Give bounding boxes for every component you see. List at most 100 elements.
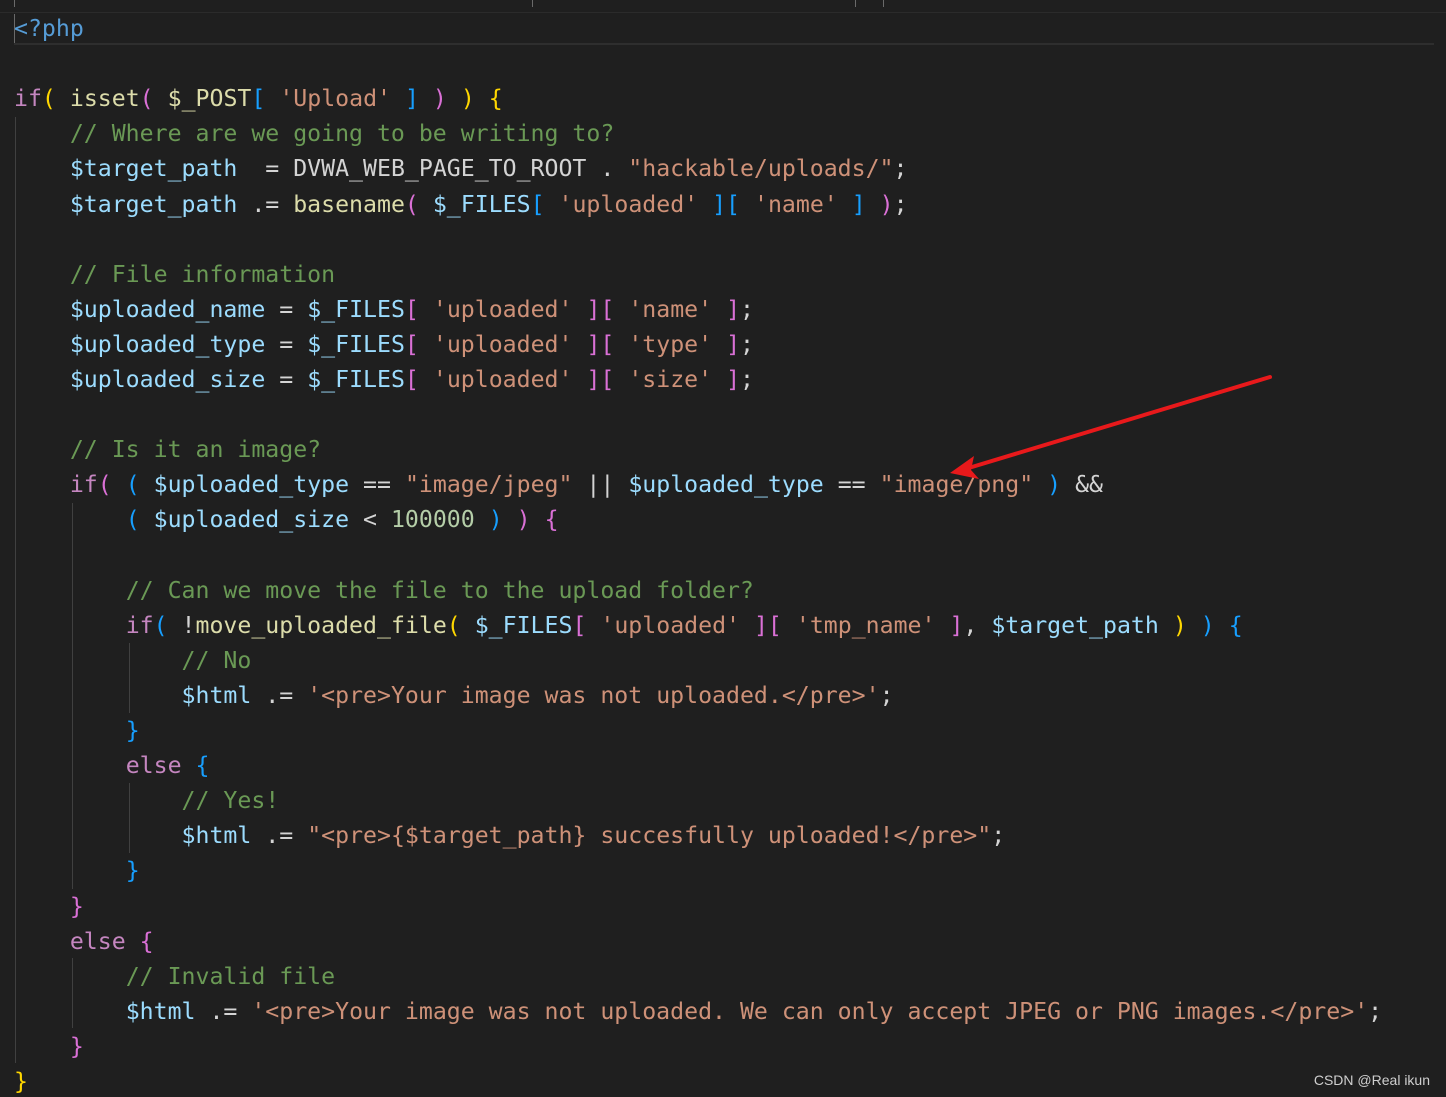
code-token: ( bbox=[404, 190, 419, 218]
code-line[interactable]: ( $uploaded_size < 100000 ) ) { bbox=[14, 502, 559, 537]
code-line[interactable]: // Yes! bbox=[14, 783, 280, 818]
code-token: [ bbox=[404, 366, 419, 393]
code-line[interactable]: else { bbox=[14, 748, 210, 783]
code-line[interactable]: $html .= "<pre>{$target_path} succesfull… bbox=[14, 818, 1006, 853]
code-token: $_FILES bbox=[307, 330, 405, 358]
code-token: 'name' bbox=[753, 190, 838, 218]
code-token: ] bbox=[949, 611, 964, 639]
code-line[interactable]: $uploaded_size = $_FILES[ 'uploaded' ][ … bbox=[14, 362, 754, 397]
code-line[interactable]: // Where are we going to be writing to? bbox=[14, 116, 614, 151]
code-line[interactable]: } bbox=[14, 1064, 28, 1097]
code-token: < bbox=[349, 506, 391, 534]
code-token: . bbox=[586, 155, 629, 183]
code-line[interactable]: $html .= '<pre>Your image was not upload… bbox=[14, 678, 894, 713]
code-token: $target_path bbox=[69, 155, 238, 183]
code-token: '<pre>Your image was not uploaded.</pre>… bbox=[307, 681, 880, 709]
code-token: isset bbox=[69, 85, 140, 113]
code-token: ][ bbox=[753, 611, 782, 639]
code-token: { bbox=[139, 927, 154, 955]
code-token: $uploaded_type bbox=[628, 471, 824, 499]
code-token: ( bbox=[125, 506, 140, 534]
code-token: "<pre>{$target_path} succesfully uploade… bbox=[307, 822, 992, 850]
code-line[interactable]: if( ( $uploaded_type == "image/jpeg" || … bbox=[14, 467, 1103, 502]
code-token: { bbox=[488, 85, 503, 113]
code-token: ) bbox=[879, 190, 894, 218]
code-token: $html bbox=[181, 681, 252, 709]
code-token: 'uploaded' bbox=[432, 295, 573, 323]
code-token: ][ bbox=[586, 366, 615, 393]
code-line[interactable]: } bbox=[14, 1029, 84, 1064]
code-token: = bbox=[265, 366, 308, 393]
code-line[interactable]: // File information bbox=[14, 257, 335, 292]
code-line[interactable]: // Can we move the file to the upload fo… bbox=[14, 573, 754, 608]
code-line[interactable]: $target_path .= basename( $_FILES[ 'uplo… bbox=[14, 187, 908, 222]
code-line[interactable]: } bbox=[14, 713, 140, 748]
code-line[interactable]: } bbox=[14, 853, 140, 888]
code-line[interactable]: <?php bbox=[14, 11, 84, 46]
code-token: 'size' bbox=[628, 366, 713, 393]
code-line[interactable]: $uploaded_name = $_FILES[ 'uploaded' ][ … bbox=[14, 292, 754, 327]
code-token: ) bbox=[516, 506, 531, 534]
code-token: ) bbox=[488, 506, 503, 534]
code-line[interactable]: $uploaded_type = $_FILES[ 'uploaded' ][ … bbox=[14, 327, 754, 362]
code-token: ][ bbox=[586, 295, 615, 323]
code-token: // Can we move the file to the upload fo… bbox=[125, 576, 754, 604]
code-token: 'uploaded' bbox=[432, 366, 573, 393]
code-token: ) bbox=[1172, 611, 1187, 639]
code-token: ) bbox=[432, 85, 447, 113]
code-line[interactable]: if( !move_uploaded_file( $_FILES[ 'uploa… bbox=[14, 608, 1243, 643]
code-token: ( bbox=[97, 471, 112, 499]
code-token: $uploaded_type bbox=[69, 330, 266, 358]
code-line[interactable]: else { bbox=[14, 924, 154, 959]
code-line[interactable]: // No bbox=[14, 643, 252, 678]
code-token: ; bbox=[893, 190, 908, 218]
code-token: "hackable/uploads/" bbox=[628, 155, 894, 183]
code-token: ) bbox=[460, 85, 475, 113]
code-token: $target_path bbox=[991, 611, 1159, 639]
code-token: ( bbox=[41, 85, 56, 113]
code-token: ; bbox=[740, 330, 754, 358]
top-tick bbox=[855, 0, 856, 7]
code-token: [ bbox=[251, 85, 266, 113]
code-editor[interactable]: <?php if( isset( $_POST[ 'Upload' ] ) ) {… bbox=[0, 0, 1446, 1097]
code-line[interactable]: $html .= '<pre>Your image was not upload… bbox=[14, 994, 1382, 1029]
code-token: // File information bbox=[69, 260, 336, 288]
code-line[interactable]: $target_path = DVWA_WEB_PAGE_TO_ROOT . "… bbox=[14, 151, 908, 186]
code-line[interactable]: // Is it an image? bbox=[14, 432, 321, 467]
code-line[interactable]: } bbox=[14, 889, 84, 924]
code-token: [ bbox=[572, 611, 587, 639]
code-token: } bbox=[69, 1032, 84, 1060]
code-line[interactable]: // Invalid file bbox=[14, 959, 335, 994]
code-token: ][ bbox=[586, 330, 615, 358]
code-token: if bbox=[69, 471, 98, 499]
code-token: || bbox=[572, 471, 629, 499]
code-token: ( bbox=[139, 85, 154, 113]
code-token: .= bbox=[251, 822, 308, 850]
code-token: $html bbox=[181, 822, 252, 850]
code-token: ] bbox=[726, 295, 741, 323]
code-line[interactable]: if( isset( $_POST[ 'Upload' ] ) ) { bbox=[14, 81, 503, 116]
code-token: $uploaded_size bbox=[69, 366, 266, 393]
